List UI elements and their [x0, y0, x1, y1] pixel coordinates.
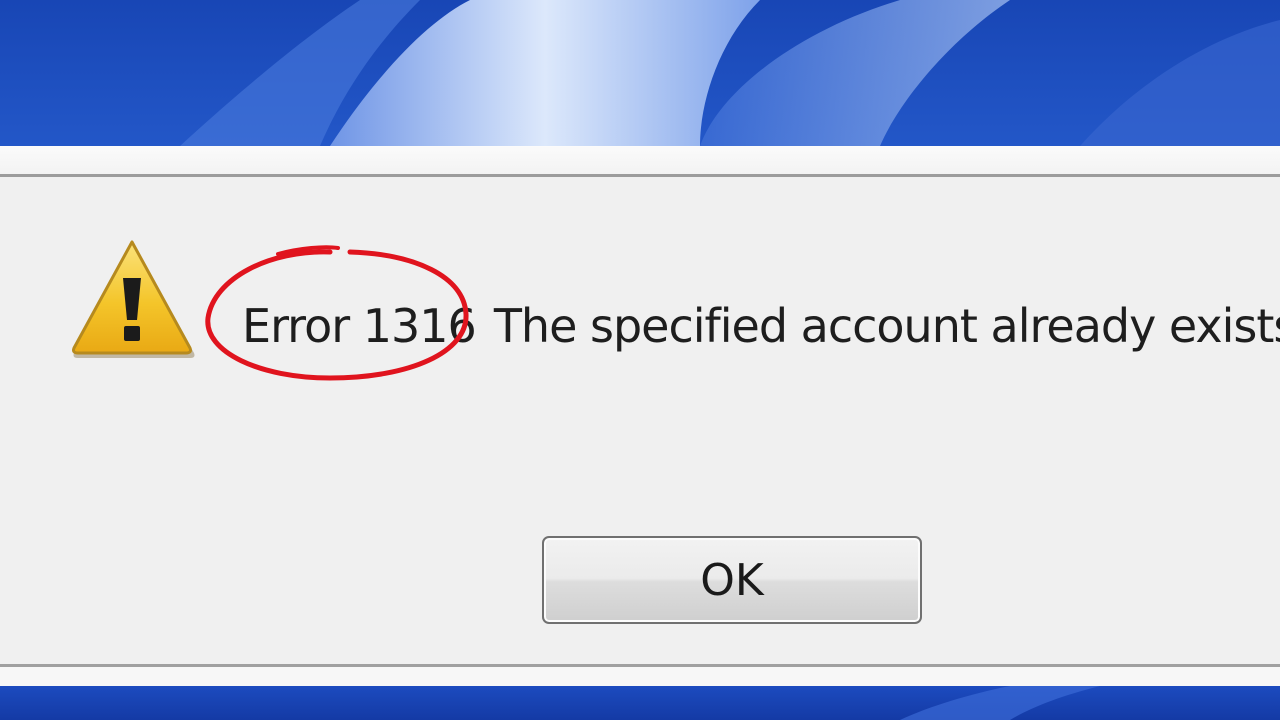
desktop-background-bottom	[0, 686, 1280, 720]
dialog-title-bar	[0, 146, 1280, 177]
error-code-text: Error 1316	[242, 299, 477, 353]
ok-button[interactable]: OK	[542, 536, 922, 624]
desktop-swoosh-bottom	[900, 686, 1100, 720]
screenshot: Error 1316 The specified account already …	[0, 0, 1280, 720]
dialog-footer	[0, 667, 1280, 686]
error-message: Error 1316 The specified account already …	[242, 296, 1280, 356]
desktop-background	[0, 0, 1280, 146]
error-description-text: The specified account already exists.	[493, 299, 1280, 353]
desktop-swoosh	[180, 0, 1280, 146]
warning-icon	[72, 240, 195, 358]
